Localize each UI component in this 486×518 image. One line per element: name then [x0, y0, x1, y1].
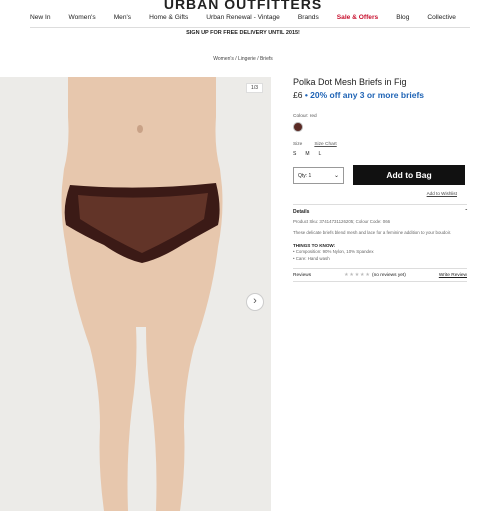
promo-banner[interactable]: SIGN UP FOR FREE DELIVERY UNTIL 2015!	[0, 30, 486, 36]
nav-urban-renewal[interactable]: Urban Renewal - Vintage	[197, 14, 289, 21]
nav-sale-offers[interactable]: Sale & Offers	[328, 14, 387, 21]
size-option-m[interactable]: M	[305, 151, 309, 157]
star-rating-icon: ★★★★★	[344, 273, 371, 278]
colour-label: Colour: red	[293, 114, 317, 119]
multibuy-offer[interactable]: • 20% off any 3 or more briefs	[305, 90, 424, 100]
nav-collective[interactable]: Collective	[418, 14, 465, 21]
nav-new-in[interactable]: New In	[21, 14, 60, 21]
size-row: Size Size Chart	[293, 142, 467, 147]
main-nav: New In Women's Men's Home & Gifts Urban …	[0, 14, 486, 21]
chevron-down-icon: ⌄	[333, 172, 339, 179]
breadcrumb[interactable]: Women's / Lingerie / Briefs	[0, 56, 486, 62]
nav-divider	[30, 27, 470, 28]
divider	[293, 268, 467, 269]
divider	[293, 281, 467, 282]
nav-womens[interactable]: Women's	[60, 14, 105, 21]
size-option-l[interactable]: L	[319, 151, 322, 157]
purchase-row: Qty: 1 ⌄ Add to Bag	[293, 165, 467, 185]
nav-mens[interactable]: Men's	[105, 14, 140, 21]
brand-logo[interactable]: URBAN OUTFITTERS	[0, 0, 486, 12]
care-item: • Care: Hand wash	[293, 255, 330, 261]
size-label: Size	[293, 142, 303, 147]
size-chart-link[interactable]: Size Chart	[314, 142, 336, 147]
nav-blog[interactable]: Blog	[387, 14, 418, 21]
product-price: £6	[293, 90, 303, 100]
quantity-value: Qty: 1	[298, 172, 312, 179]
details-heading: Details	[293, 209, 310, 215]
price-line: £6 • 20% off any 3 or more briefs	[293, 90, 467, 100]
product-info: Polka Dot Mesh Briefs in Fig £6 • 20% of…	[293, 77, 467, 282]
nav-brands[interactable]: Brands	[289, 14, 328, 21]
reviews-row: Reviews ★★★★★ (no reviews yet) Write Rev…	[293, 273, 467, 278]
write-review-link[interactable]: Write Review	[439, 273, 467, 278]
chevron-up-icon: ˆ	[465, 209, 467, 215]
add-to-wishlist-link[interactable]: Add to Wishlist	[293, 191, 467, 196]
colour-swatch[interactable]	[293, 122, 303, 132]
image-counter: 1/3	[246, 83, 263, 93]
size-option-s[interactable]: S	[293, 151, 296, 157]
size-options: S M L	[293, 151, 467, 157]
reviews-summary: ★★★★★ (no reviews yet)	[344, 273, 406, 278]
product-description: These delicate briefs blend mesh and lac…	[293, 229, 452, 235]
things-heading: THINGS TO KNOW:	[293, 243, 336, 248]
product-title: Polka Dot Mesh Briefs in Fig	[293, 77, 407, 87]
quantity-select[interactable]: Qty: 1 ⌄	[293, 166, 344, 184]
product-image[interactable]: 1/3 ›	[0, 77, 271, 511]
product-photo-illustration	[0, 77, 271, 511]
product-codes: Product Sku: 37414731126205; Colour Code…	[293, 219, 391, 224]
nav-home-gifts[interactable]: Home & Gifts	[140, 14, 197, 21]
reviews-count: (no reviews yet)	[371, 273, 406, 278]
reviews-label: Reviews	[293, 273, 312, 278]
chevron-right-icon[interactable]: ›	[246, 293, 264, 311]
add-to-bag-button[interactable]: Add to Bag	[353, 165, 465, 185]
details-header[interactable]: Details ˆ	[293, 209, 467, 215]
divider	[293, 204, 467, 205]
